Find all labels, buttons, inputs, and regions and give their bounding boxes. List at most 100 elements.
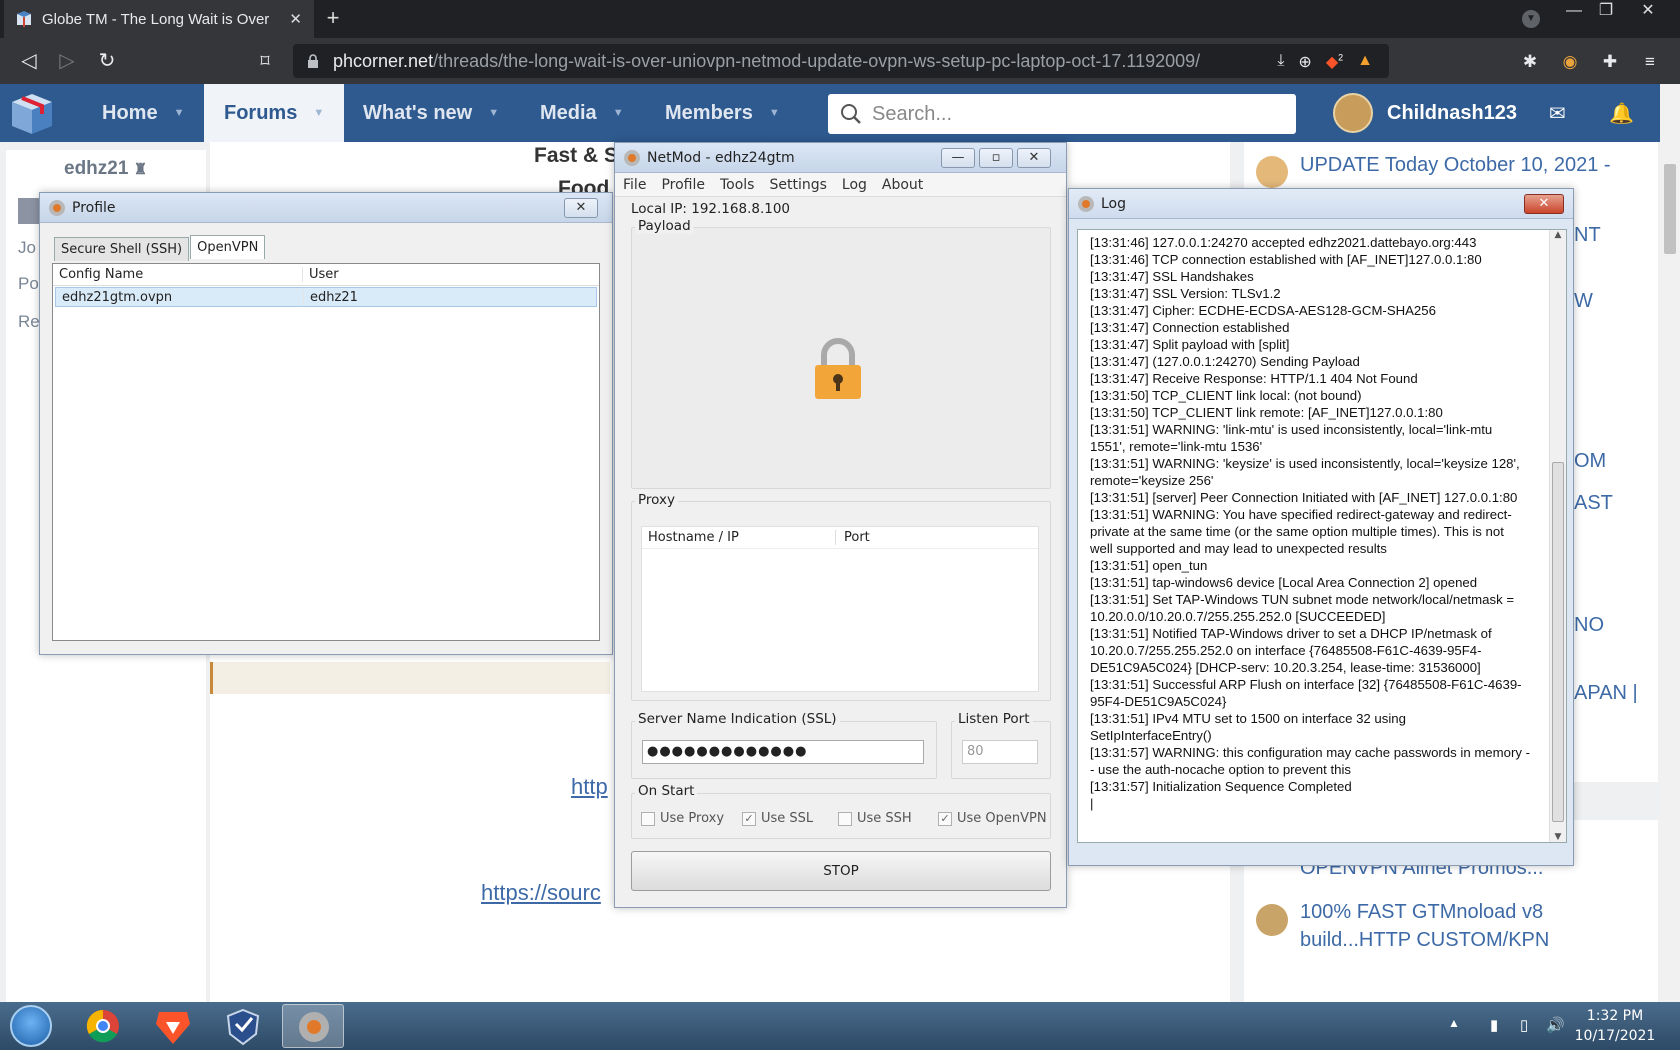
taskbar-chrome[interactable]	[72, 1004, 134, 1048]
log-title: Log	[1101, 195, 1127, 212]
sni-input[interactable]: ●●●●●●●●●●●●●	[642, 740, 924, 764]
checkbox-unchecked-icon	[838, 811, 852, 826]
listen-port-label: Listen Port	[955, 711, 1033, 727]
menu-profile[interactable]: Profile	[661, 177, 705, 193]
bell-icon[interactable]: 🔔	[1609, 101, 1634, 126]
post-link-source[interactable]: https://sourc	[481, 880, 601, 906]
minimize-button[interactable]: —	[941, 148, 975, 168]
volume-icon[interactable]: 🔊	[1546, 1016, 1565, 1034]
use-ssl-checkbox[interactable]: ✓ Use SSL	[742, 811, 813, 826]
tab-search-icon[interactable]: ▼	[1522, 10, 1540, 28]
user-menu[interactable]: Childnash123	[1333, 89, 1517, 137]
thread-link-fragment[interactable]: NO	[1574, 614, 1604, 637]
thread-link-fragment[interactable]: W	[1574, 290, 1593, 313]
reload-icon[interactable]: ↻	[94, 48, 120, 74]
menu-tools[interactable]: Tools	[720, 177, 755, 193]
site-search-input[interactable]: Search...	[828, 94, 1296, 134]
chevron-down-icon[interactable]: ▼	[174, 107, 185, 119]
stop-button[interactable]: STOP	[631, 851, 1051, 891]
menu-about[interactable]: About	[882, 177, 923, 193]
nav-forums[interactable]: Forums ▼	[204, 84, 345, 142]
proxy-table[interactable]: Hostname / IP Port	[641, 526, 1039, 692]
chevron-down-icon[interactable]: ▼	[488, 107, 499, 119]
show-hidden-icons[interactable]: ▲	[1448, 1016, 1460, 1030]
site-logo-icon[interactable]	[8, 90, 56, 136]
column-config-name[interactable]: Config Name	[53, 267, 303, 282]
maximize-button[interactable]: ▫	[979, 148, 1013, 168]
column-hostname[interactable]: Hostname / IP	[642, 530, 836, 545]
scrollbar-thumb[interactable]	[1664, 164, 1676, 254]
thread-link[interactable]: 100% FAST GTMnoload v8 build...HTTP CUST…	[1300, 898, 1650, 954]
browser-tab[interactable]: Globe TM - The Long Wait is Over ✕	[4, 0, 314, 38]
start-button[interactable]	[10, 1005, 52, 1047]
network-signal-icon[interactable]: ▮	[1490, 1016, 1498, 1034]
post-link[interactable]: http	[571, 774, 608, 800]
use-openvpn-checkbox[interactable]: ✓ Use OpenVPN	[938, 811, 1047, 826]
chevron-down-icon[interactable]: ▼	[313, 107, 324, 119]
chevron-down-icon[interactable]: ▼	[613, 107, 624, 119]
use-ssh-checkbox[interactable]: Use SSH	[838, 811, 912, 826]
thread-link-fragment[interactable]: UPDATE Today October 10, 2021 -	[1300, 154, 1611, 177]
menu-file[interactable]: File	[623, 177, 646, 193]
page-scrollbar[interactable]	[1660, 84, 1680, 1002]
scrollbar-thumb[interactable]	[1552, 462, 1564, 822]
back-icon[interactable]: ◁	[16, 48, 42, 74]
extension-color-icon[interactable]: ◉	[1560, 52, 1580, 72]
log-title-bar[interactable]: Log	[1069, 189, 1573, 219]
thread-link-fragment[interactable]: OM	[1574, 450, 1606, 473]
log-textarea[interactable]: [13:31:46] 127.0.0.1:24270 accepted edhz…	[1077, 229, 1567, 843]
nav-home-label: Home	[102, 101, 158, 124]
bookmark-icon[interactable]: ⌑	[252, 48, 278, 74]
nav-home[interactable]: Home ▼	[102, 84, 184, 142]
column-user[interactable]: User	[303, 267, 339, 282]
close-icon[interactable]: ✕	[1017, 148, 1051, 168]
nav-media[interactable]: Media ▼	[540, 84, 624, 142]
taskbar-shield-app[interactable]	[212, 1004, 274, 1048]
tab-ssh[interactable]: Secure Shell (SSH)	[54, 237, 190, 261]
new-tab-button[interactable]: +	[320, 5, 346, 31]
system-clock[interactable]: 1:32 PM 10/17/2021	[1570, 1006, 1660, 1046]
log-scrollbar[interactable]: ▲ ▼	[1549, 230, 1566, 842]
extensions-puzzle-icon[interactable]: ✚	[1600, 52, 1620, 72]
install-app-icon[interactable]: ⤓	[1277, 52, 1284, 72]
taskbar-brave[interactable]	[142, 1004, 204, 1048]
address-bar[interactable]: phcorner.net/threads/the-long-wait-is-ov…	[293, 44, 1389, 78]
thread-link-fragment[interactable]: NT	[1574, 224, 1601, 247]
scroll-down-icon[interactable]: ▼	[1550, 832, 1566, 842]
extension-paw-icon[interactable]: ✱	[1520, 52, 1540, 72]
restore-window-button[interactable]: ❐	[1588, 0, 1624, 26]
scroll-up-icon[interactable]: ▲	[1550, 230, 1566, 240]
close-icon[interactable]: ✕	[564, 198, 598, 218]
minimize-window-button[interactable]: —	[1556, 0, 1592, 26]
battery-icon[interactable]: ▯	[1520, 1016, 1528, 1034]
tab-openvpn[interactable]: OpenVPN	[190, 235, 266, 259]
listen-port-input[interactable]: 80	[962, 740, 1038, 764]
member-name[interactable]: edhz21 ♜	[64, 158, 147, 180]
chevron-down-icon[interactable]: ▼	[769, 107, 780, 119]
taskbar-netmod[interactable]	[282, 1004, 344, 1048]
browser-menu-icon[interactable]: ≡	[1640, 52, 1660, 72]
brave-shields-icon[interactable]: ◆2	[1326, 52, 1343, 72]
forward-icon[interactable]: ▷	[54, 48, 80, 74]
thread-link-fragment[interactable]: AST	[1574, 492, 1613, 515]
profile-table: Config Name User edhz21gtm.ovpn edhz21	[52, 263, 600, 641]
table-row[interactable]: edhz21gtm.ovpn edhz21	[55, 287, 597, 307]
column-port[interactable]: Port	[836, 530, 870, 545]
profile-title-bar[interactable]: Profile	[40, 193, 612, 223]
use-proxy-checkbox[interactable]: Use Proxy	[641, 811, 724, 826]
nav-whats-new[interactable]: What's new ▼	[363, 84, 499, 142]
sidebar-link-1[interactable]: Jo	[18, 238, 36, 258]
sidebar-link-2[interactable]: Po	[18, 274, 39, 294]
menu-settings[interactable]: Settings	[769, 177, 826, 193]
nav-members[interactable]: Members ▼	[665, 84, 780, 142]
menu-log[interactable]: Log	[842, 177, 867, 193]
tab-close-icon[interactable]: ✕	[289, 10, 302, 28]
brave-rewards-icon[interactable]: ▲	[1357, 52, 1373, 72]
sidebar-link-3[interactable]: Re	[18, 312, 40, 332]
inbox-icon[interactable]: ✉	[1549, 101, 1566, 126]
close-icon[interactable]: ✕	[1524, 194, 1564, 214]
zoom-icon[interactable]: ⊕	[1298, 52, 1311, 72]
thread-link-fragment[interactable]: APAN |	[1574, 682, 1638, 705]
close-window-button[interactable]: ✕	[1630, 0, 1666, 26]
use-ssh-label: Use SSH	[857, 811, 912, 826]
